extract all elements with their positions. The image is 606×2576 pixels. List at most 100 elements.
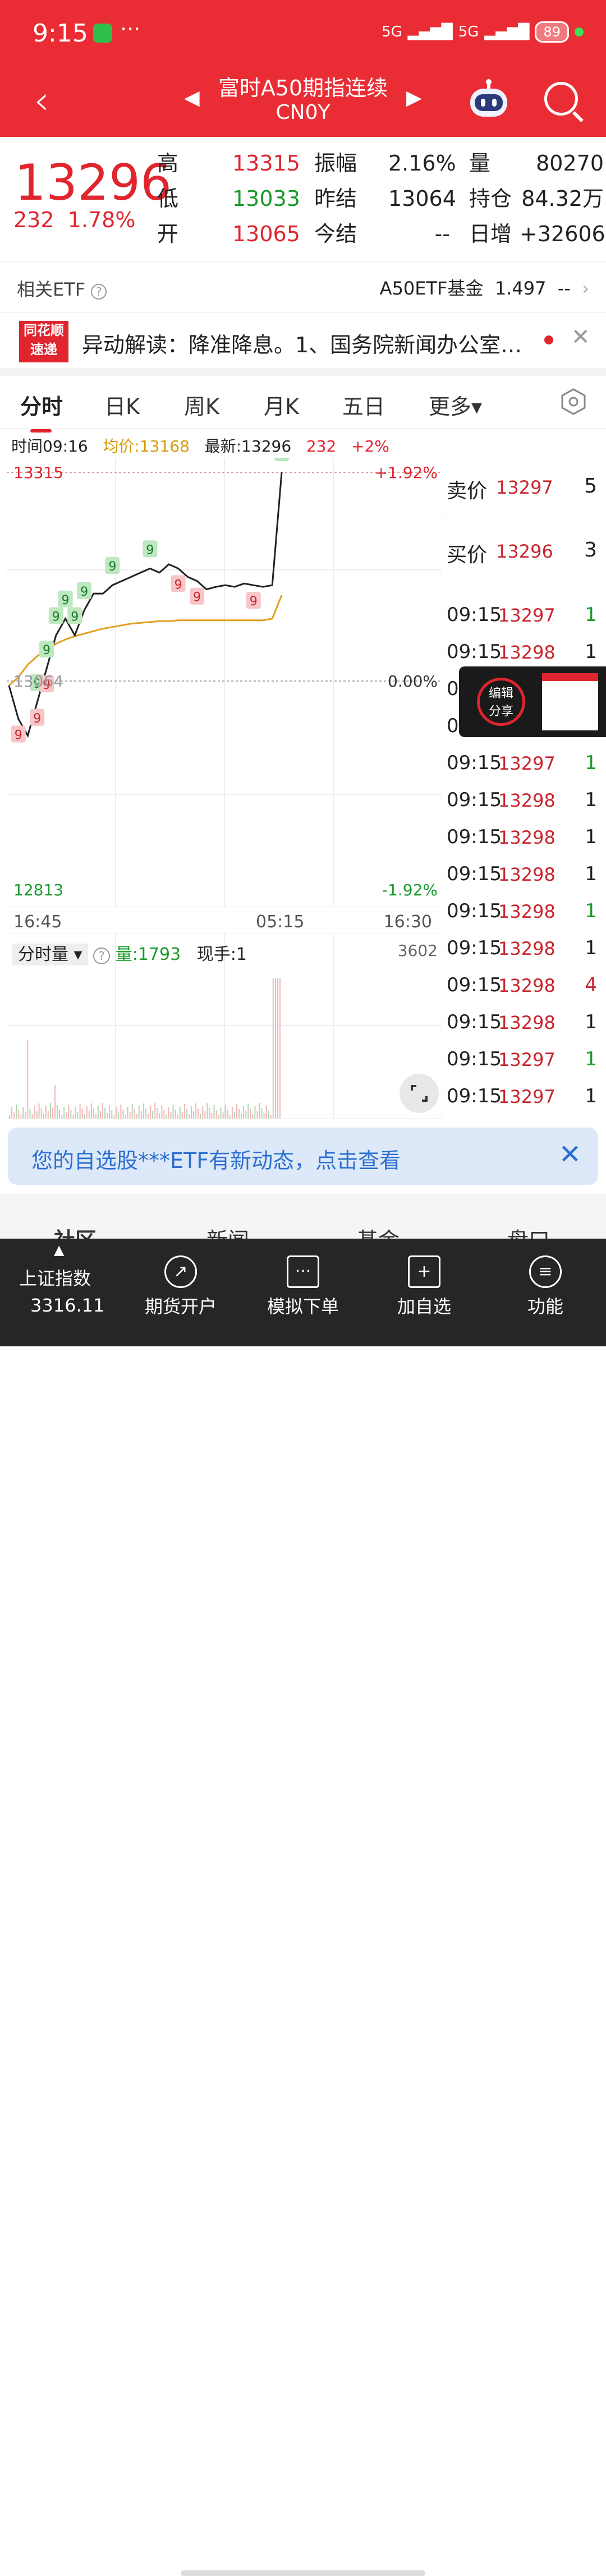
volume-bar (272, 978, 274, 1119)
signal-marker[interactable]: 9 (77, 582, 92, 599)
volume-bar (72, 1115, 74, 1119)
volume-header: 分时量 ▾ ? 量:1793 现手:1 (12, 940, 247, 965)
volume-bar (93, 1108, 94, 1119)
volume-bar (136, 1114, 137, 1119)
signal-marker[interactable]: 9 (11, 725, 26, 743)
close-icon-2[interactable]: ✕ (559, 1139, 581, 1170)
tab-five-day[interactable]: 五日 (342, 389, 385, 420)
signal-marker[interactable]: 9 (105, 557, 120, 574)
volume-bar (263, 1113, 265, 1119)
volume-bar (231, 1107, 233, 1119)
info-change: 232 (306, 437, 337, 456)
trade-price: 13297 (498, 1049, 556, 1070)
next-contract-icon[interactable]: ▶ (406, 86, 422, 109)
menu-icon: ≡ (529, 1255, 562, 1288)
trade-time: 09:15 (447, 863, 502, 885)
tab-weekly-k[interactable]: 周K (184, 389, 219, 420)
svg-text:9: 9 (71, 610, 79, 624)
screenshot-thumbnail[interactable] (542, 673, 598, 730)
tab-daily-k[interactable]: 日K (104, 389, 140, 420)
y-max-label: 13315 (13, 463, 63, 482)
index-name[interactable]: 上证指数 (19, 1264, 91, 1290)
quote-panel: 13296 232 1.78% 高 低 开 13315 13033 13065 … (0, 137, 606, 261)
volume-bar (157, 1108, 158, 1119)
edit-share-button[interactable]: 编辑 分享 (477, 678, 525, 726)
volume-bar (202, 1106, 204, 1119)
volume-bar (138, 1106, 140, 1119)
trade-qty: 1 (585, 826, 597, 848)
quote-labels-1: 高 低 开 (157, 146, 178, 252)
simulate-order-button[interactable]: ··· 模拟下单 (252, 1253, 354, 1318)
signal-marker[interactable]: 9 (190, 587, 205, 605)
volume-bar (43, 1114, 44, 1119)
quote-values-3: 80270 84.32万 +32606 (520, 146, 605, 252)
volume-indicator-select[interactable]: 分时量 ▾ (12, 944, 88, 965)
volume-bar (252, 1114, 254, 1119)
volume-bar (131, 1104, 133, 1119)
volume-bar (193, 1111, 195, 1119)
label-volume: 量 (469, 151, 491, 176)
volume-bar (166, 1115, 167, 1119)
volume-bar (34, 1106, 35, 1119)
add-watchlist-button[interactable]: + 加自选 (374, 1253, 475, 1318)
signal-marker[interactable]: 9 (143, 540, 158, 558)
signal-marker[interactable]: 9 (274, 458, 289, 461)
trade-price: 13297 (498, 753, 556, 774)
volume-bar (86, 1106, 88, 1119)
volume-max-label: 3602 (398, 941, 438, 960)
tab-monthly-k[interactable]: 月K (264, 389, 299, 420)
trade-qty: 1 (585, 900, 597, 922)
news-ticker[interactable]: 同花顺 速递 异动解读：降准降息。1、国务院新闻办公室… ✕ (0, 313, 606, 368)
volume-bar (179, 1107, 181, 1119)
bottom-toolbar: ▲ 上证指数 3316.11 ↗ 期货开户 ··· 模拟下单 + 加自选 ≡ 功能 (0, 1239, 606, 2576)
signal-marker[interactable]: 9 (48, 607, 63, 624)
volume-bar (113, 1115, 115, 1119)
search-icon[interactable] (544, 82, 578, 116)
volume-bar (152, 1111, 154, 1119)
signal-marker[interactable]: 9 (58, 590, 73, 608)
volume-bar (270, 1115, 272, 1119)
trade-price: 13298 (498, 642, 556, 663)
signal-icon: ▂▄▆█ (407, 24, 453, 40)
trade-qty: 1 (585, 1011, 597, 1033)
index-value: 3316.11 (30, 1295, 105, 1316)
open-account-button[interactable]: ↗ 期货开户 (130, 1253, 231, 1318)
signal-marker[interactable]: 9 (30, 709, 45, 726)
robot-assistant-icon[interactable] (467, 77, 511, 121)
signal-marker[interactable]: 9 (67, 607, 82, 624)
settings-hex-icon[interactable] (560, 388, 587, 415)
related-etf-row[interactable]: 相关ETF ? A50ETF基金 1.497 -- › (0, 261, 606, 313)
signal-marker[interactable]: 9 (171, 575, 186, 592)
status-time: 9:15 (33, 19, 88, 48)
label-open-interest: 持仓 (469, 186, 512, 211)
close-icon[interactable]: ✕ (571, 324, 590, 350)
trade-price: 13298 (498, 864, 556, 885)
signal-marker[interactable]: 9 (39, 641, 54, 658)
share-float-panel[interactable]: 编辑 分享 (459, 666, 606, 737)
y-min-label: 12813 (13, 881, 63, 899)
volume-bar (22, 1107, 24, 1119)
volume-bar (88, 1111, 90, 1119)
volume-bar (204, 1111, 206, 1119)
trade-row: 09:15 13298 4 (444, 966, 600, 1003)
signal-marker[interactable]: 9 (246, 592, 261, 609)
intraday-chart[interactable]: 999999999999999 13315 13064 12813 +1.92%… (7, 458, 442, 907)
label-high: 高 (157, 151, 179, 176)
help-icon-2[interactable]: ? (93, 947, 111, 964)
tab-intraday[interactable]: 分时 (20, 389, 63, 433)
bid-qty: 3 (584, 539, 597, 562)
help-icon[interactable]: ? (91, 284, 107, 300)
functions-button[interactable]: ≡ 功能 (495, 1253, 596, 1318)
watchlist-notice[interactable]: 您的自选股***ETF有新动态，点击查看 ✕ (8, 1128, 598, 1185)
volume-bar (61, 1115, 63, 1119)
related-etf-label: 相关ETF ? (17, 275, 107, 301)
share-label-2: 分享 (488, 705, 513, 719)
expand-icon[interactable] (400, 1074, 439, 1113)
trade-row: 09:1513297 1 (444, 1040, 600, 1077)
volume-bar (211, 1113, 213, 1119)
trade-qty: 4 (585, 974, 597, 996)
volume-bar (120, 1105, 122, 1119)
plus-icon: + (408, 1255, 440, 1288)
trade-time: 09:15 (447, 789, 502, 811)
tab-more[interactable]: 更多▾ (429, 389, 482, 420)
